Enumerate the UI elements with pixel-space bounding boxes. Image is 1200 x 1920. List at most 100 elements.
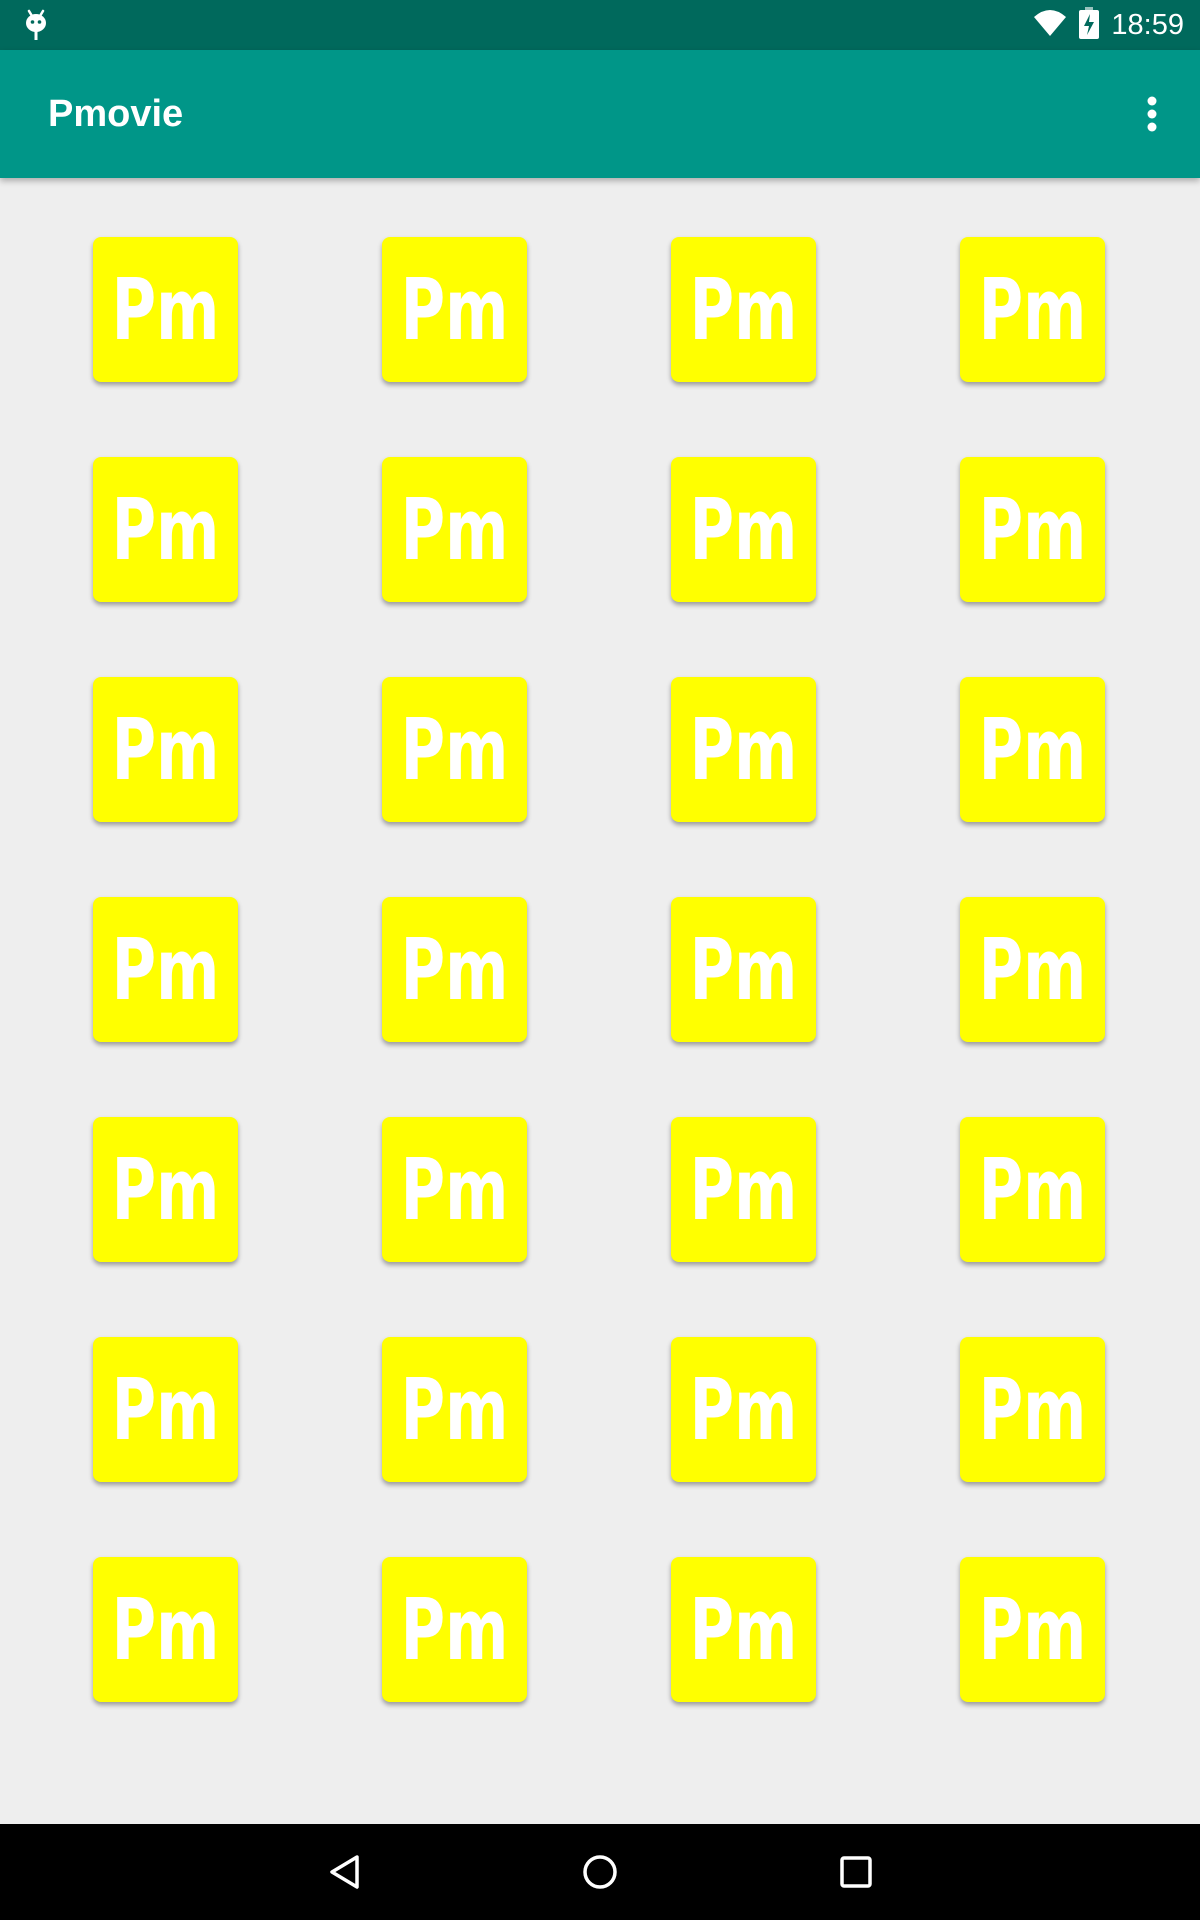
poster-logo-text: Pm <box>979 1141 1087 1240</box>
wifi-icon <box>1033 9 1067 42</box>
status-time: 18:59 <box>1111 9 1184 41</box>
poster-logo: Pm <box>960 1777 1105 1790</box>
poster-logo-text: Pm <box>690 701 798 800</box>
navigation-bar <box>0 1824 1200 1920</box>
movie-poster[interactable]: Pm <box>671 897 816 1042</box>
poster-logo-text: Pm <box>401 1581 509 1680</box>
more-vert-icon[interactable] <box>1122 84 1182 144</box>
recents-icon[interactable] <box>826 1842 886 1902</box>
movie-poster[interactable]: Pm <box>671 1777 816 1790</box>
poster-logo: Pm <box>401 1141 509 1240</box>
movie-poster[interactable]: Pm <box>382 677 527 822</box>
poster-logo: Pm <box>112 701 220 800</box>
poster-logo: Pm <box>401 701 509 800</box>
movie-poster[interactable]: Pm <box>960 237 1105 382</box>
movie-poster[interactable]: Pm <box>93 1777 238 1790</box>
grid-cell: Pm <box>21 457 310 677</box>
movie-poster[interactable]: Pm <box>93 237 238 382</box>
poster-logo: Pm <box>690 1581 798 1680</box>
movie-poster[interactable]: Pm <box>960 1337 1105 1482</box>
grid-cell: Pm <box>599 1557 888 1760</box>
poster-logo-text: Pm <box>690 1141 798 1240</box>
poster-logo: Pm <box>690 1141 798 1240</box>
poster-logo-text: Pm <box>401 701 509 800</box>
home-icon[interactable] <box>570 1842 630 1902</box>
poster-logo: Pm <box>690 1361 798 1460</box>
poster-logo-text: Pm <box>401 1141 509 1240</box>
battery-charging-icon <box>1079 6 1100 44</box>
poster-logo: Pm <box>401 1581 509 1680</box>
movie-poster[interactable]: Pm <box>93 1337 238 1482</box>
movie-poster[interactable]: Pm <box>93 1557 238 1702</box>
grid-cell: Pm <box>599 897 888 1117</box>
movie-poster[interactable]: Pm <box>93 457 238 602</box>
movie-poster[interactable]: Pm <box>960 677 1105 822</box>
poster-logo-text: Pm <box>979 481 1087 580</box>
poster-logo: Pm <box>690 921 798 1020</box>
grid-cell: Pm <box>888 677 1177 897</box>
movie-poster[interactable]: Pm <box>671 237 816 382</box>
poster-logo: Pm <box>979 1361 1087 1460</box>
movie-poster[interactable]: Pm <box>960 1117 1105 1262</box>
grid-cell: Pm <box>310 1117 599 1337</box>
movie-poster[interactable]: Pm <box>382 897 527 1042</box>
grid-cell: Pm <box>21 1117 310 1337</box>
movie-poster[interactable]: Pm <box>382 1777 527 1790</box>
grid-cell: Pm <box>21 237 310 457</box>
android-debug-icon <box>24 8 48 42</box>
poster-logo-text: Pm <box>979 921 1087 1020</box>
grid-cell: Pm <box>310 677 599 897</box>
grid-cell: Pm <box>888 1557 1177 1760</box>
movie-poster[interactable]: Pm <box>382 457 527 602</box>
movie-poster[interactable]: Pm <box>382 1117 527 1262</box>
grid-cell: Pm <box>310 1557 599 1760</box>
movie-poster[interactable]: Pm <box>671 1337 816 1482</box>
grid-cell: Pm <box>599 677 888 897</box>
poster-logo: Pm <box>671 1777 816 1790</box>
poster-logo-text: Pm <box>401 261 509 360</box>
poster-logo-text: Pm <box>979 261 1087 360</box>
movie-poster[interactable]: Pm <box>671 677 816 822</box>
movie-poster[interactable]: Pm <box>671 1557 816 1702</box>
movie-poster[interactable]: Pm <box>382 237 527 382</box>
poster-logo: Pm <box>93 1777 238 1790</box>
poster-logo-text: Pm <box>112 1361 220 1460</box>
back-icon[interactable] <box>314 1842 374 1902</box>
poster-logo: Pm <box>382 1777 527 1790</box>
movie-poster[interactable]: Pm <box>93 897 238 1042</box>
poster-logo-text: Pm <box>690 921 798 1020</box>
grid-cell: Pm <box>310 237 599 457</box>
movie-poster[interactable]: Pm <box>382 1337 527 1482</box>
grid-cell: Pm <box>21 897 310 1117</box>
poster-logo: Pm <box>112 1141 220 1240</box>
grid-cell: Pm <box>599 1117 888 1337</box>
poster-logo: Pm <box>979 921 1087 1020</box>
movie-poster[interactable]: Pm <box>671 457 816 602</box>
movie-grid[interactable]: Pm Pm Pm Pm Pm Pm Pm Pm Pm Pm Pm Pm Pm Pm Pm Pm Pm Pm Pm Pm… <box>0 178 1200 1790</box>
poster-logo: Pm <box>401 481 509 580</box>
poster-logo-text: Pm <box>690 261 798 360</box>
movie-poster[interactable]: Pm <box>93 677 238 822</box>
poster-logo-text: Pm <box>112 261 220 360</box>
grid-cell: Pm <box>310 897 599 1117</box>
grid-cell: Pm <box>599 237 888 457</box>
poster-logo: Pm <box>112 261 220 360</box>
movie-poster[interactable]: Pm <box>93 1117 238 1262</box>
poster-logo: Pm <box>690 481 798 580</box>
movie-poster[interactable]: Pm <box>960 1557 1105 1702</box>
poster-logo-text: Pm <box>112 481 220 580</box>
movie-poster[interactable]: Pm <box>960 897 1105 1042</box>
poster-logo-text: Pm <box>979 1581 1087 1680</box>
movie-poster[interactable]: Pm <box>960 1777 1105 1790</box>
poster-logo: Pm <box>979 701 1087 800</box>
grid-cell: Pm <box>888 237 1177 457</box>
poster-logo: Pm <box>690 701 798 800</box>
movie-poster[interactable]: Pm <box>671 1117 816 1262</box>
poster-logo-text: Pm <box>979 701 1087 800</box>
grid-cell: Pm <box>599 1337 888 1557</box>
movie-poster[interactable]: Pm <box>382 1557 527 1702</box>
grid-cell: Pm <box>599 1777 888 1790</box>
poster-logo-text: Pm <box>690 1581 798 1680</box>
status-bar: 18:59 <box>0 0 1200 50</box>
movie-poster[interactable]: Pm <box>960 457 1105 602</box>
